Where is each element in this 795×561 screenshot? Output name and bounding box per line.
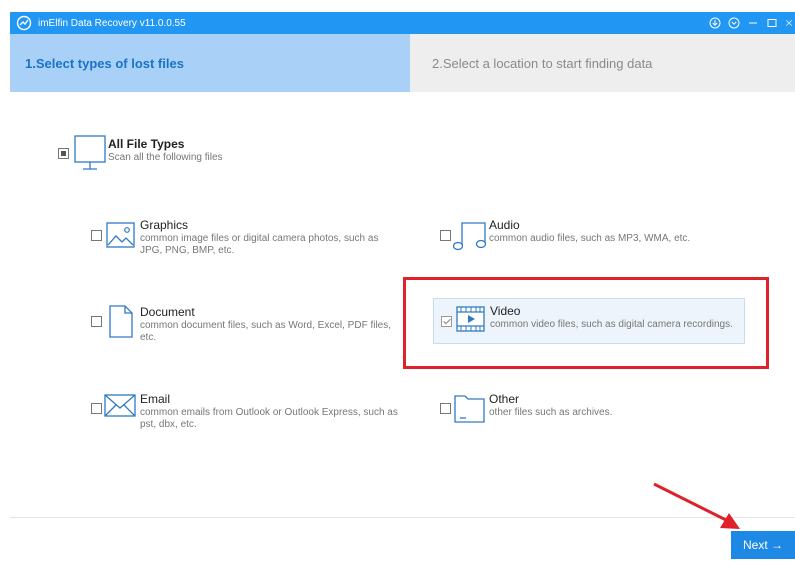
- graphics-checkbox[interactable]: [91, 230, 102, 241]
- window-controls: [709, 12, 795, 34]
- download-icon[interactable]: [709, 17, 721, 29]
- all-file-types-name: All File Types: [108, 137, 185, 151]
- image-icon: [106, 222, 135, 248]
- audio-checkbox[interactable]: [440, 230, 451, 241]
- other-desc: other files such as archives.: [489, 407, 613, 418]
- document-desc: common document files, such as Word, Exc…: [140, 320, 392, 343]
- other-checkbox[interactable]: [440, 403, 451, 414]
- envelope-icon: [104, 394, 136, 417]
- graphics-desc: common image files or digital camera pho…: [140, 233, 379, 256]
- step-2: 2.Select a location to start finding dat…: [410, 34, 795, 92]
- other-option[interactable]: Other other files such as archives.: [454, 392, 704, 428]
- annotation-highlight-box: [403, 277, 769, 369]
- document-icon: [109, 305, 133, 338]
- document-checkbox[interactable]: [91, 316, 102, 327]
- graphics-option[interactable]: Graphics common image files or digital c…: [106, 218, 406, 262]
- all-file-types-desc: Scan all the following files: [108, 152, 223, 163]
- window-title: imElfin Data Recovery v11.0.0.55: [38, 17, 186, 29]
- email-option[interactable]: Email common emails from Outlook or Outl…: [104, 392, 414, 436]
- all-file-types-checkbox[interactable]: [58, 148, 69, 159]
- app-logo-icon: [16, 15, 32, 31]
- audio-name: Audio: [489, 218, 520, 232]
- audio-option[interactable]: Audio common audio files, such as MP3, W…: [453, 218, 763, 254]
- email-checkbox[interactable]: [91, 403, 102, 414]
- graphics-name: Graphics: [140, 218, 189, 232]
- email-name: Email: [140, 392, 171, 406]
- document-option[interactable]: Document common document files, such as …: [106, 305, 406, 349]
- all-file-types-option[interactable]: All File Types Scan all the following fi…: [74, 135, 274, 175]
- dropdown-circle-icon[interactable]: [728, 17, 740, 29]
- minimize-icon[interactable]: [747, 17, 759, 29]
- other-name: Other: [489, 392, 520, 406]
- email-desc: common emails from Outlook or Outlook Ex…: [140, 407, 398, 430]
- audio-desc: common audio files, such as MP3, WMA, et…: [489, 233, 691, 244]
- next-button[interactable]: Next →: [731, 531, 795, 559]
- title-bar: imElfin Data Recovery v11.0.0.55: [10, 12, 795, 34]
- step-bar: 1.Select types of lost files 2.Select a …: [10, 34, 795, 92]
- music-note-icon: [453, 222, 487, 251]
- maximize-icon[interactable]: [766, 17, 778, 29]
- document-name: Document: [140, 305, 195, 319]
- folder-icon: [454, 395, 485, 423]
- step-1: 1.Select types of lost files: [10, 34, 410, 92]
- annotation-arrow-icon: [653, 482, 740, 529]
- monitor-icon: [74, 135, 106, 170]
- close-icon[interactable]: [785, 17, 793, 29]
